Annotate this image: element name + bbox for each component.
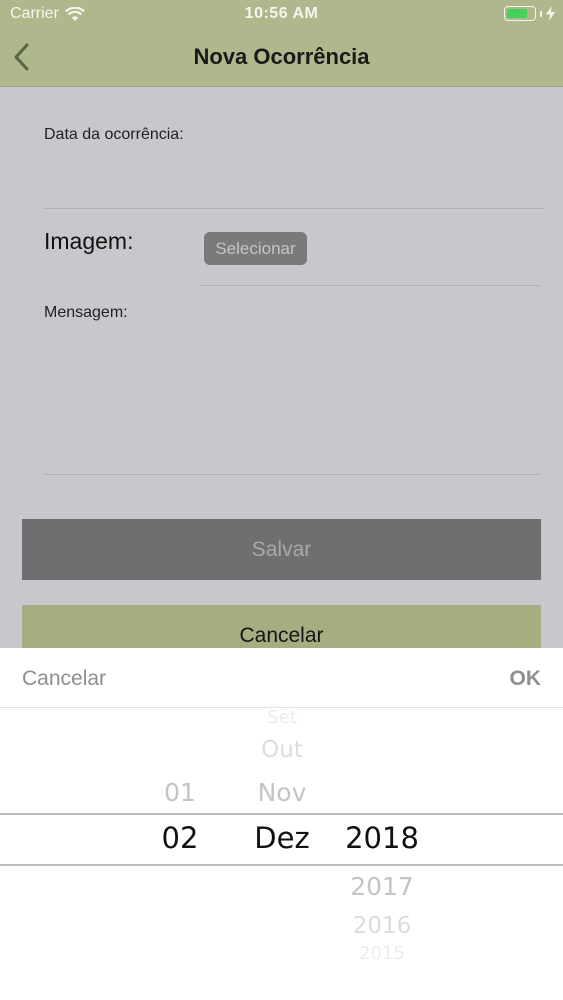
message-field-divider [44, 474, 540, 475]
picker-toolbar: Cancelar OK [0, 648, 563, 708]
image-label: Imagem: [44, 228, 134, 254]
image-field-divider [200, 285, 540, 286]
page-title: Nova Ocorrência [193, 44, 370, 69]
charging-bolt-icon [546, 6, 555, 21]
occurrence-form: Data da ocorrência: Imagem: Selecionar M… [0, 87, 563, 666]
year-wheel[interactable]: 2018 2017 2016 2015 [322, 708, 442, 1000]
save-button[interactable]: Salvar [22, 519, 541, 580]
date-label: Data da ocorrência: [44, 126, 184, 143]
message-label: Mensagem: [44, 304, 128, 321]
battery-cap [540, 10, 542, 17]
year-wheel-option[interactable]: 2016 [322, 913, 442, 939]
battery-level [507, 9, 527, 18]
date-picker-sheet: Cancelar OK 02 01 Dez Set Out Nov 2018 2017 20… [0, 648, 563, 1000]
battery-icon [504, 6, 536, 21]
year-wheel-option[interactable]: 2015 [322, 943, 442, 964]
picker-cancel-button[interactable]: Cancelar [22, 667, 106, 691]
status-time: 10:56 AM [244, 5, 319, 22]
navigation-bar: Nova Ocorrência [0, 28, 563, 87]
status-right [504, 6, 555, 21]
message-input[interactable] [44, 327, 540, 472]
date-field-divider [44, 208, 544, 209]
picker-ok-button[interactable]: OK [510, 667, 542, 691]
select-image-button[interactable]: Selecionar [204, 232, 307, 265]
status-bar: Carrier 10:56 AM [0, 0, 563, 28]
year-wheel-option[interactable]: 2017 [322, 872, 442, 901]
year-wheel-option[interactable]: 2018 [322, 821, 442, 855]
date-picker-wheels: 02 01 Dez Set Out Nov 2018 2017 2016 2015 [0, 708, 563, 1000]
